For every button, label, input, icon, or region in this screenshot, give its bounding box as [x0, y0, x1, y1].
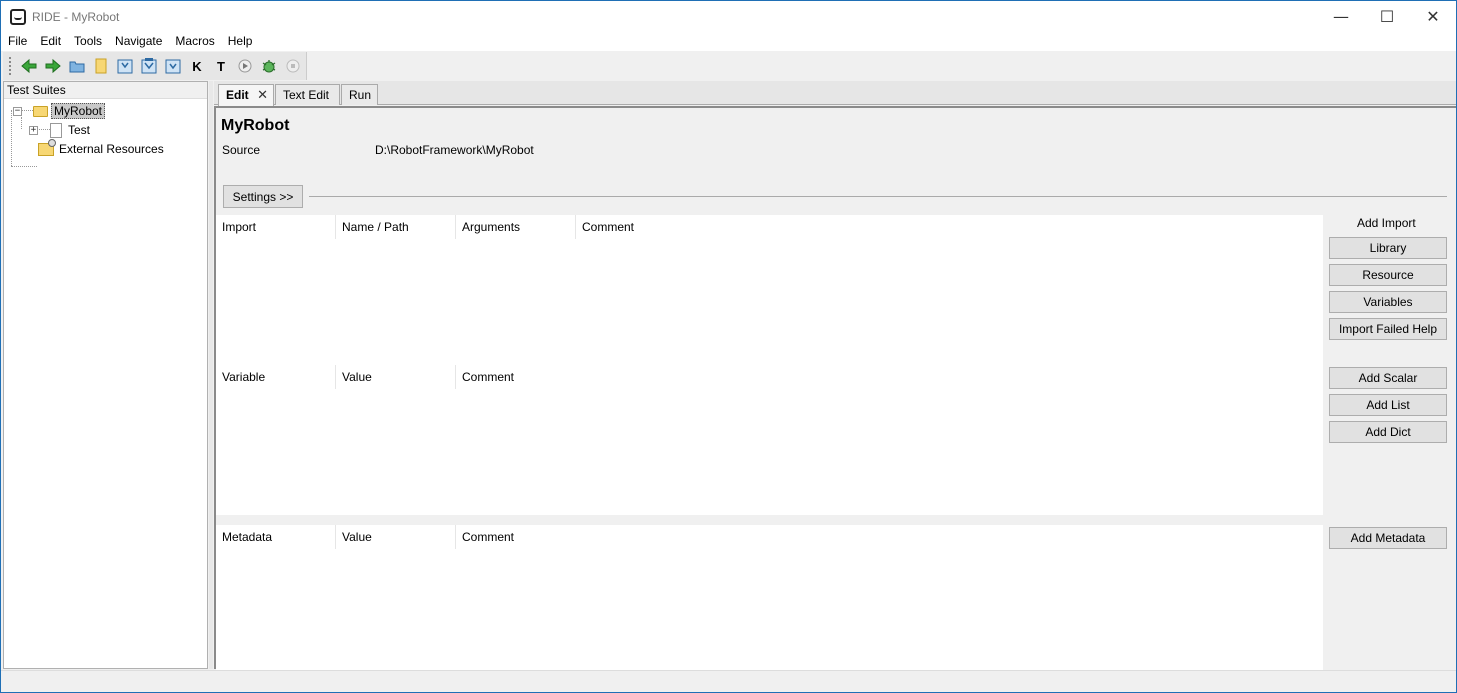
window-title: RIDE - MyRobot [32, 9, 120, 24]
menu-bar: File Edit Tools Navigate Macros Help [1, 32, 1456, 51]
save-as-icon[interactable] [164, 57, 182, 75]
add-list-button[interactable]: Add List [1329, 394, 1447, 416]
source-label: Source [222, 143, 261, 157]
editor-tabs: Edit ✕ Text Edit Run [214, 81, 1456, 106]
stop-icon[interactable] [284, 57, 302, 75]
library-button[interactable]: Library [1329, 237, 1447, 259]
import-table[interactable]: Import Name / Path Arguments Comment Var… [216, 215, 1323, 515]
tab-edit[interactable]: Edit ✕ [218, 84, 274, 106]
suite-tree: − MyRobot + Test External Resources [4, 99, 207, 659]
toolbar-grip[interactable] [9, 57, 12, 75]
tab-run-label: Run [349, 88, 372, 102]
tree-node-test[interactable]: + Test [29, 121, 90, 139]
close-tab-icon[interactable]: ✕ [257, 85, 268, 105]
window-controls: — ☐ ✕ [1318, 1, 1456, 32]
test-suites-header: Test Suites [4, 82, 207, 99]
expand-icon[interactable]: + [29, 125, 38, 135]
minimize-button[interactable]: — [1318, 1, 1364, 32]
menu-tools[interactable]: Tools [67, 32, 108, 51]
column-header: Name / Path [336, 215, 456, 239]
forward-arrow-icon[interactable] [44, 57, 62, 75]
add-scalar-button[interactable]: Add Scalar [1329, 367, 1447, 389]
tab-text-edit-label: Text Edit [283, 88, 330, 102]
ride-window: RIDE - MyRobot — ☐ ✕ File Edit Tools Nav… [0, 0, 1457, 693]
metadata-table[interactable]: Metadata Value Comment [216, 525, 1323, 671]
column-header: Value [336, 525, 456, 549]
column-header: Value [336, 365, 456, 389]
maximize-button[interactable]: ☐ [1364, 1, 1410, 32]
tab-run[interactable]: Run [341, 84, 378, 105]
column-header: Arguments [456, 215, 576, 239]
keyword-search-icon[interactable]: K [188, 57, 206, 75]
test-search-icon[interactable]: T [212, 57, 230, 75]
add-metadata-button[interactable]: Add Metadata [1329, 527, 1447, 549]
column-header: Comment [462, 370, 515, 384]
tab-text-edit[interactable]: Text Edit [275, 84, 340, 105]
external-resources-icon [38, 138, 56, 156]
back-arrow-icon[interactable] [20, 57, 38, 75]
run-icon[interactable] [236, 57, 254, 75]
column-header: Metadata [216, 525, 336, 549]
file-icon [50, 122, 62, 138]
toolbar: K T [3, 52, 307, 80]
settings-divider [309, 196, 1447, 197]
suite-title: MyRobot [221, 117, 290, 134]
suite-editor: MyRobot Source D:\RobotFramework\MyRobot… [214, 106, 1456, 671]
metadata-table-header: Metadata Value Comment [216, 525, 576, 549]
tab-edit-label: Edit [226, 88, 249, 102]
ride-app-icon [10, 8, 26, 25]
new-file-icon[interactable] [92, 57, 110, 75]
variable-table-header: Variable Value Comment [216, 365, 576, 389]
tree-label-test[interactable]: Test [68, 123, 90, 137]
menu-help[interactable]: Help [221, 32, 259, 51]
settings-button[interactable]: Settings >> [223, 185, 303, 208]
debug-bug-icon[interactable] [260, 57, 278, 75]
close-button[interactable]: ✕ [1410, 1, 1456, 32]
status-bar [1, 670, 1456, 692]
title-bar: RIDE - MyRobot — ☐ ✕ [1, 1, 1456, 32]
tree-node-myrobot[interactable]: − MyRobot [13, 102, 106, 120]
menu-macros[interactable]: Macros [168, 32, 220, 51]
import-failed-help-button[interactable]: Import Failed Help [1329, 318, 1447, 340]
variables-button[interactable]: Variables [1329, 291, 1447, 313]
menu-file[interactable]: File [1, 32, 33, 51]
source-path: D:\RobotFramework\MyRobot [375, 143, 534, 157]
save-all-icon[interactable] [140, 57, 158, 75]
test-suites-pane: Test Suites − MyRobot + Test External Re… [3, 81, 208, 669]
column-header: Import [216, 215, 336, 239]
column-header: Variable [216, 365, 336, 389]
column-header: Comment [462, 530, 515, 544]
add-import-label: Add Import [1357, 216, 1416, 230]
open-folder-icon[interactable] [68, 57, 86, 75]
menu-navigate[interactable]: Navigate [108, 32, 168, 51]
collapse-icon[interactable]: − [13, 106, 22, 116]
tree-node-external-resources[interactable]: External Resources [38, 138, 164, 158]
pane-splitter[interactable] [209, 81, 213, 669]
menu-edit[interactable]: Edit [33, 32, 67, 51]
folder-icon [33, 105, 48, 117]
add-dict-button[interactable]: Add Dict [1329, 421, 1447, 443]
import-table-header: Import Name / Path Arguments Comment [216, 215, 696, 239]
column-header: Comment [582, 220, 635, 234]
resource-button[interactable]: Resource [1329, 264, 1447, 286]
tree-label-external-resources[interactable]: External Resources [59, 142, 164, 156]
tree-label-myrobot[interactable]: MyRobot [51, 103, 106, 119]
save-icon[interactable] [116, 57, 134, 75]
